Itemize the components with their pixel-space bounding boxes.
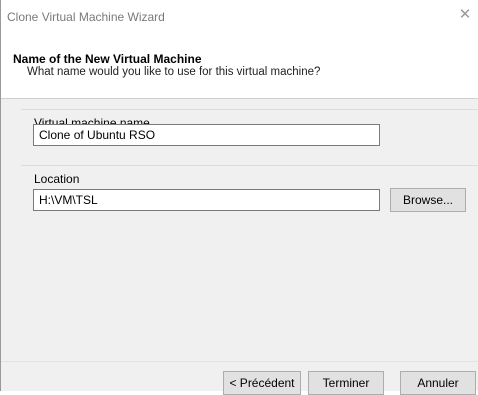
back-button[interactable]: < Précédent: [223, 371, 301, 395]
title-bar: Clone Virtual Machine Wizard ✕: [1, 0, 478, 36]
finish-button[interactable]: Terminer: [308, 371, 384, 395]
clone-vm-wizard-window: Clone Virtual Machine Wizard ✕ Name of t…: [0, 0, 478, 395]
wizard-content: Virtual machine name Clone of Ubuntu RSO…: [1, 99, 478, 361]
wizard-footer: < Précédent Terminer Annuler: [1, 361, 478, 395]
page-title: Name of the New Virtual Machine: [13, 52, 202, 66]
cancel-button[interactable]: Annuler: [400, 371, 476, 395]
location-input[interactable]: H:\VM\TSL: [33, 189, 380, 211]
browse-button[interactable]: Browse...: [390, 188, 466, 212]
close-icon[interactable]: ✕: [458, 7, 472, 22]
page-subtitle: What name would you like to use for this…: [27, 66, 321, 78]
wizard-header: Name of the New Virtual Machine What nam…: [1, 36, 478, 98]
window-title: Clone Virtual Machine Wizard: [7, 10, 165, 24]
location-label: Location: [33, 172, 81, 186]
vm-name-input[interactable]: Clone of Ubuntu RSO: [33, 124, 380, 146]
